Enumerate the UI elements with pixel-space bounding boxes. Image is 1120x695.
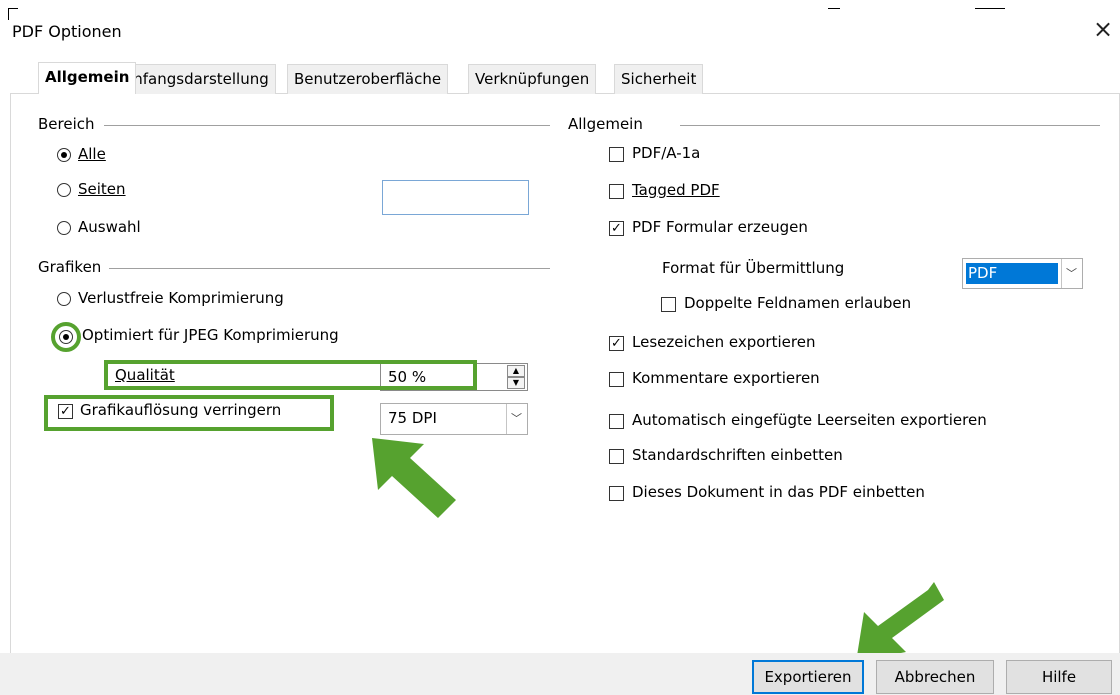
help-button[interactable]: Hilfe [1006,660,1112,694]
spin-up-icon[interactable]: ▲ [507,365,525,377]
label-verlustfrei: Verlustfreie Komprimierung [78,289,284,307]
chevron-down-icon[interactable]: ﹀ [1061,259,1081,288]
label-tagged: Tagged PDF [632,181,720,199]
label-standardschriften: Standardschriften einbetten [632,446,843,464]
check-standardschriften[interactable] [609,449,624,464]
check-leerseiten[interactable] [609,414,624,429]
edge-mark [975,8,1005,9]
chevron-down-icon[interactable]: ﹀ [506,404,526,434]
label-alle: Alle [78,145,106,163]
spin-down-icon[interactable]: ▼ [507,377,525,389]
check-tagged[interactable] [609,184,624,199]
edge-mark [8,8,18,9]
check-doppelte[interactable] [661,297,676,312]
tab-sicherheit[interactable]: Sicherheit [614,64,704,94]
check-pdfa[interactable] [609,147,624,162]
grafiken-rule [109,268,550,269]
edge-mark [8,8,9,20]
export-button[interactable]: Exportieren [752,660,864,694]
tab-allgemein[interactable]: Allgemein [38,62,137,94]
edge-mark [828,8,840,9]
arrow-pointer-icon [372,438,456,518]
bereich-rule [104,125,550,126]
label-doppelte: Doppelte Feldnamen erlauben [684,294,912,312]
label-kommentare: Kommentare exportieren [632,369,820,387]
window-title: PDF Optionen [12,22,122,41]
tab-verknuepfungen[interactable]: Verknüpfungen [468,64,597,94]
radio-jpeg[interactable] [59,330,73,344]
tab-benutzeroberflaeche[interactable]: Benutzeroberfläche [287,64,449,94]
label-dokument: Dieses Dokument in das PDF einbetten [632,483,925,501]
allgemein-rule [680,125,1100,126]
label-pdfa: PDF/A-1a [632,144,701,162]
highlight-box-qualitaet [104,360,477,390]
title-bar [0,0,1120,56]
highlight-box-aufloesung [44,395,334,431]
radio-alle[interactable] [57,148,71,162]
bereich-heading: Bereich [38,115,103,133]
dpi-value: 75 DPI [388,409,437,427]
label-formular: PDF Formular erzeugen [632,218,808,236]
label-auswahl: Auswahl [78,218,141,236]
check-formular[interactable]: ✓ [609,221,624,236]
radio-verlustfrei[interactable] [57,292,71,306]
tab-anfangsdarstellung[interactable]: Anfangsdarstellung [116,64,276,94]
label-seiten: Seiten [78,180,126,198]
check-dokument[interactable] [609,486,624,501]
label-format: Format für Übermittlung [662,259,845,277]
check-lesezeichen[interactable]: ✓ [609,336,624,351]
label-jpeg: Optimiert für JPEG Komprimierung [82,326,339,344]
label-leerseiten: Automatisch eingefügte Leerseiten export… [632,411,987,429]
cancel-button[interactable]: Abbrechen [876,660,994,694]
check-kommentare[interactable] [609,372,624,387]
grafiken-heading: Grafiken [38,258,110,276]
seiten-input[interactable] [382,180,529,215]
radio-auswahl[interactable] [57,221,71,235]
format-value: PDF [966,263,1058,284]
allgemein-heading: Allgemein [568,115,651,133]
radio-seiten[interactable] [57,183,71,197]
label-lesezeichen: Lesezeichen exportieren [632,333,816,351]
close-icon[interactable]: × [1092,17,1114,41]
